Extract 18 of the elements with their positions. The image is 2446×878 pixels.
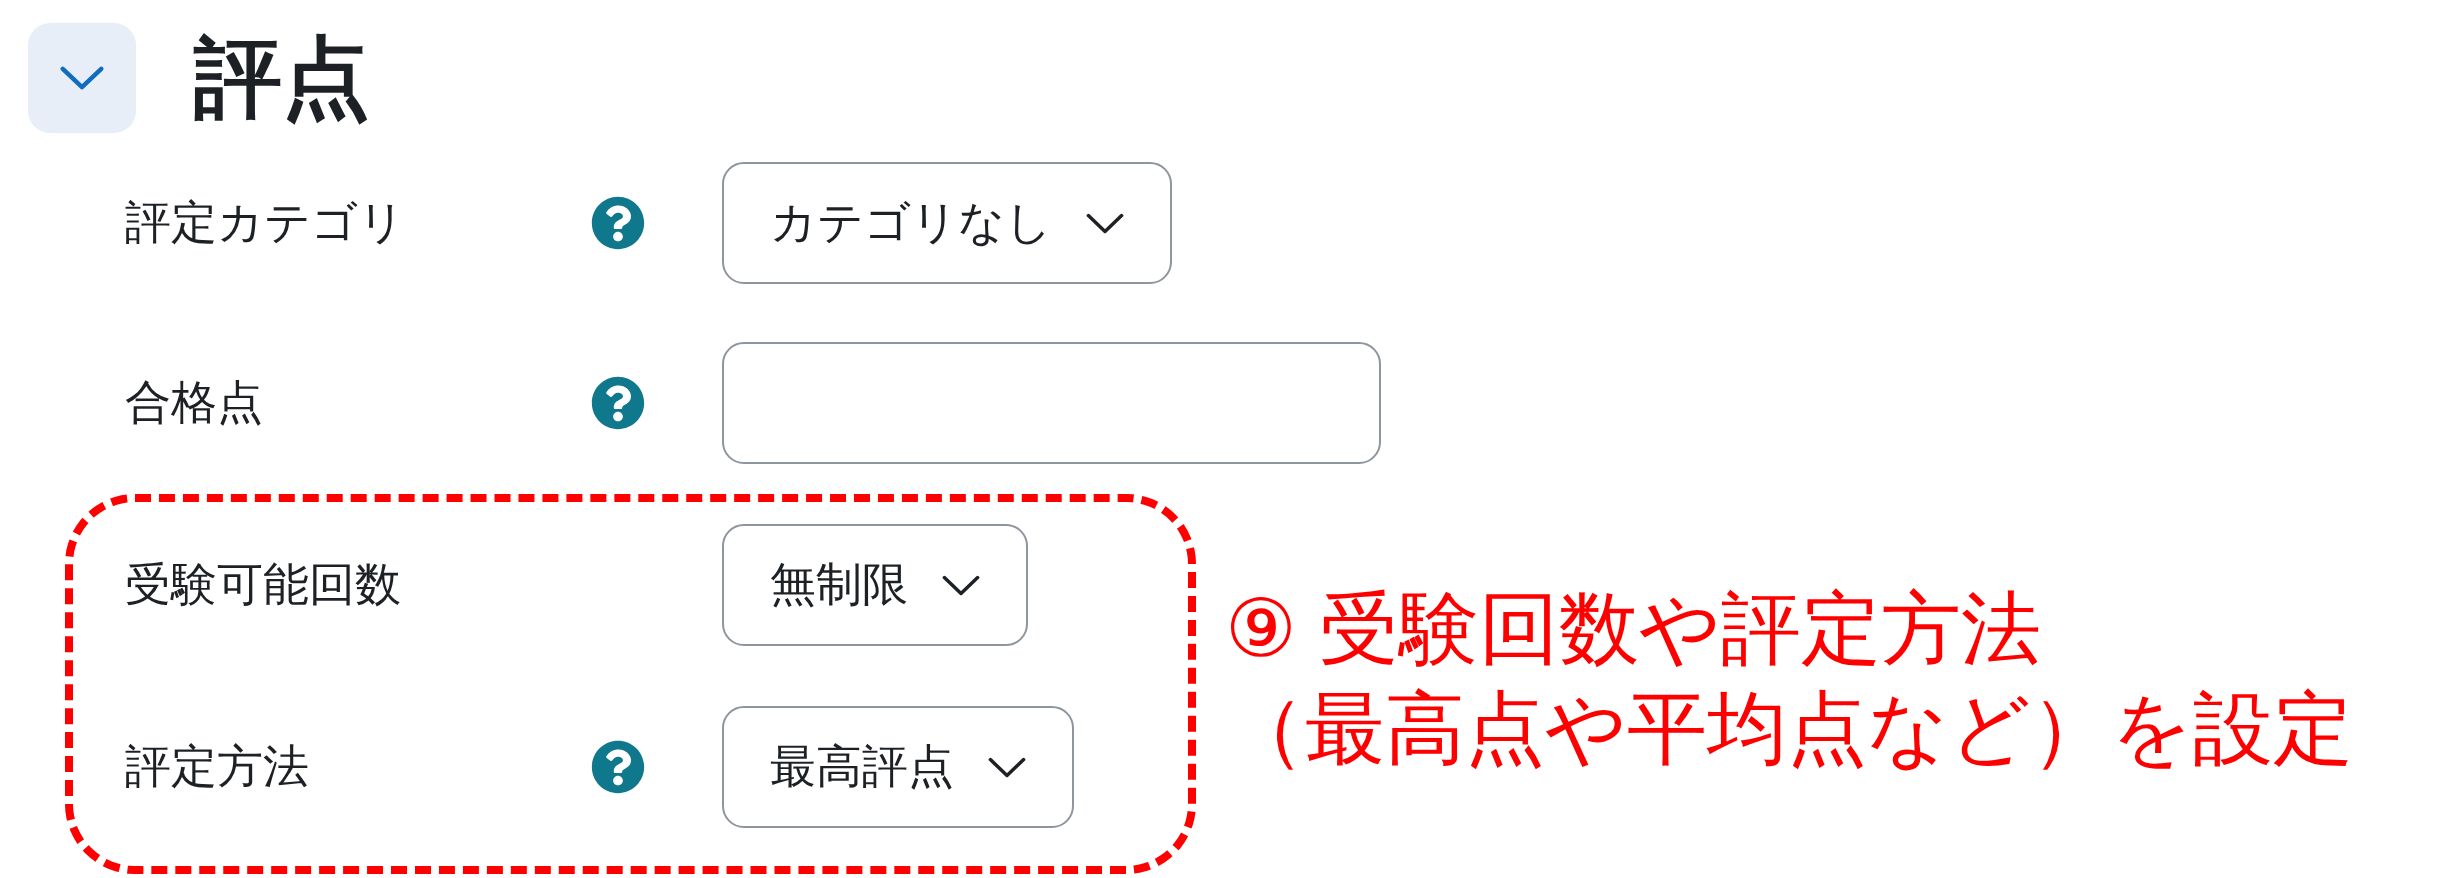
input-field[interactable]	[722, 342, 1381, 464]
field-label: 評定方法	[125, 739, 309, 795]
chevron-down-icon	[988, 756, 1026, 778]
section-title: 評点	[194, 29, 370, 127]
dropdown-select[interactable]: 無制限	[722, 524, 1028, 646]
annotation-text: ⑨ 受験回数や評定方法 （最高点や平均点など）を設定	[1225, 583, 2353, 775]
field-label: 受験可能回数	[125, 557, 401, 613]
dropdown-select[interactable]: 最高評点	[722, 706, 1074, 828]
chevron-down-icon	[60, 66, 104, 90]
help-icon[interactable]	[591, 196, 645, 250]
chevron-down-icon	[1086, 212, 1124, 234]
help-icon[interactable]	[591, 376, 645, 430]
field-label: 評定カテゴリ	[125, 195, 405, 251]
collapse-toggle-button[interactable]	[28, 23, 136, 133]
dropdown-select[interactable]: カテゴリなし	[722, 162, 1172, 284]
help-icon[interactable]	[591, 740, 645, 794]
chevron-down-icon	[942, 574, 980, 596]
field-label: 合格点	[125, 375, 263, 431]
